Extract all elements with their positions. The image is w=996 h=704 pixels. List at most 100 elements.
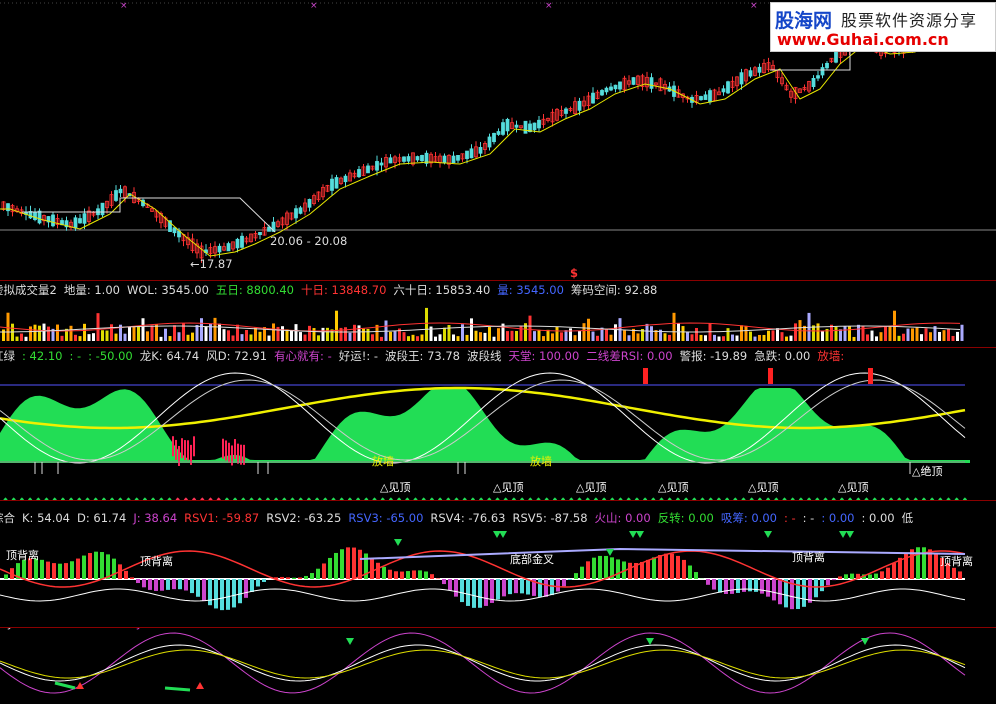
momentum-bar	[664, 553, 668, 579]
volume-bar	[740, 325, 743, 341]
low-signal-bar	[178, 445, 180, 466]
moving-average-line	[0, 33, 966, 257]
volume-bar	[443, 327, 446, 341]
momentum-bar	[256, 579, 260, 587]
indicator3-header-field: D: 61.74	[81, 628, 130, 630]
indicator2-chart[interactable]: 顶背离 顶背离 顶背离 顶背离 底部金叉	[0, 509, 996, 627]
red-arrow-icon	[76, 682, 84, 689]
candle-body	[235, 238, 240, 249]
volume-header-field: WOL: 3545.00	[126, 283, 209, 297]
indicator-pane-1[interactable]: 红绿: 42.10: -: -50.00 龙K: 64.74 风D: 72.91 有心…	[0, 348, 996, 500]
volume-bar	[843, 326, 847, 341]
volume-bar	[668, 334, 671, 341]
candle-body	[618, 81, 622, 90]
volume-bar	[686, 331, 689, 341]
volume-pane[interactable]: 虚拟成交量2 地量: 1.00 WOL: 3545.00 五日: 8800.40 十日:…	[0, 281, 996, 347]
indicator-pane-2[interactable]: 综合 K: 54.04 D: 61.74 J: 38.64 RSV1: -59.87 RS…	[0, 509, 996, 627]
momentum-bar	[484, 579, 488, 606]
volume-bar	[56, 324, 59, 341]
volume-bar	[168, 336, 172, 341]
momentum-bar	[40, 559, 44, 579]
top-signal-label: △见顶	[838, 481, 868, 494]
momentum-bar	[496, 579, 500, 600]
candle-body	[591, 92, 595, 104]
volume-bar	[573, 335, 577, 341]
momentum-bar	[592, 557, 596, 579]
candle-body	[388, 157, 393, 164]
momentum-bar	[82, 555, 86, 579]
volume-header-field: 五日: 8800.40	[215, 283, 294, 297]
volume-bar	[380, 336, 383, 341]
candle-body	[757, 66, 762, 73]
momentum-bar	[136, 579, 140, 584]
volume-bar	[803, 325, 806, 341]
volume-bar	[105, 330, 109, 341]
volume-header-field: 地量: 1.00	[63, 283, 120, 297]
volume-bar	[942, 330, 946, 341]
indicator3-chart[interactable]	[0, 628, 996, 704]
momentum-bar	[934, 553, 938, 579]
volume-bar	[123, 333, 127, 341]
volume-bar	[533, 331, 536, 341]
candle-body	[73, 217, 78, 229]
volume-bar	[681, 326, 685, 341]
indicator-pane-3[interactable]: KDJ2 K: 54.04 D: 61.74 J: 38.64: -: -	[0, 628, 996, 704]
momentum-bar	[4, 574, 8, 579]
volume-bar	[47, 326, 50, 341]
candle-body	[294, 208, 298, 219]
indicator3-header: KDJ2 K: 54.04 D: 61.74 J: 38.64: -: -	[0, 628, 226, 630]
candle-body	[699, 96, 703, 101]
volume-bar	[348, 332, 352, 341]
volume-bar	[591, 331, 595, 341]
momentum-bar	[640, 561, 644, 579]
momentum-bar	[568, 579, 572, 580]
volume-bar	[609, 334, 613, 341]
volume-bar	[191, 332, 194, 341]
volume-bar	[308, 325, 311, 341]
volume-bar	[726, 328, 730, 341]
volume-bar	[177, 332, 181, 341]
momentum-bar	[160, 579, 164, 591]
absolute-top-label: △绝顶	[912, 464, 942, 478]
volume-bar	[83, 323, 86, 341]
momentum-bar	[430, 574, 434, 579]
volume-bar	[951, 335, 955, 341]
volume-bar	[884, 326, 887, 341]
range-label: 20.06 - 20.08	[270, 234, 348, 248]
momentum-bar	[286, 577, 290, 579]
volume-bar	[483, 332, 487, 341]
volume-bar	[393, 331, 397, 341]
price-chart-pane[interactable]: ××××× ←17.87 20.06 - 20.08 $ 股海网 股票软件资源分…	[0, 0, 996, 280]
momentum-bar	[916, 547, 920, 579]
volume-bar	[254, 327, 257, 341]
volume-bar	[713, 334, 716, 341]
momentum-bar	[868, 574, 872, 579]
candle-body	[375, 161, 379, 171]
indicator1-header: 红绿: 42.10: -: -50.00 龙K: 64.74 风D: 72.91 有心…	[0, 349, 851, 363]
volume-bar	[690, 334, 694, 341]
indicator1-header-field: 天堂: 100.00	[508, 349, 580, 363]
volume-bar	[744, 325, 748, 341]
volume-bar	[704, 335, 707, 341]
momentum-bar	[346, 547, 350, 579]
volume-bar	[672, 312, 676, 341]
indicator2-header-field: 吸筹: 0.00	[720, 511, 777, 525]
volume-bar	[285, 329, 289, 341]
momentum-bar	[400, 571, 404, 579]
indicator1-chart[interactable]: 放墙 放墙 △见顶 △见顶 △见顶 △见顶 △见顶 △见顶 △绝顶	[0, 348, 996, 500]
momentum-bar	[184, 579, 188, 591]
momentum-bar	[598, 555, 602, 579]
indicator1-header-field: 风D: 72.91	[206, 349, 268, 363]
top-signal-label: △见顶	[380, 481, 410, 494]
volume-bar	[488, 327, 491, 341]
volume-bar	[555, 326, 559, 341]
indicator3-header-field: J: 38.64	[137, 628, 181, 630]
volume-bar	[69, 325, 73, 341]
candle-body	[577, 100, 582, 111]
green-arrow-icon	[499, 531, 507, 538]
indicator1-header-field: 龙K: 64.74	[139, 349, 200, 363]
volume-bar	[245, 330, 248, 341]
volume-bar	[758, 334, 761, 341]
indicator3-header-field: KDJ2	[0, 628, 19, 630]
volume-bar	[650, 326, 653, 341]
